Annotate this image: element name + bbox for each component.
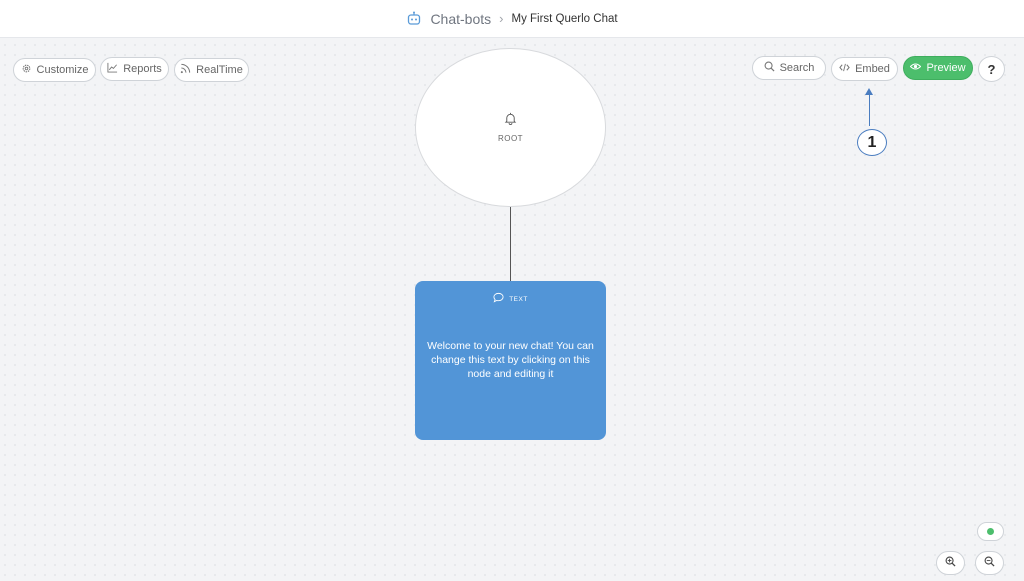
- eye-icon: [910, 61, 922, 75]
- text-node-type-label: TEXT: [509, 295, 528, 303]
- breadcrumb: Chat-bots › My First Querlo Chat: [0, 0, 1024, 38]
- zoom-out-icon: [984, 554, 995, 572]
- help-button[interactable]: ?: [978, 56, 1005, 82]
- embed-label: Embed: [855, 63, 890, 75]
- preview-button[interactable]: Preview: [903, 56, 973, 80]
- reports-button[interactable]: Reports: [100, 57, 169, 81]
- status-indicator: [977, 522, 1004, 541]
- bell-icon: [504, 112, 517, 130]
- root-node-label: ROOT: [497, 134, 524, 143]
- search-icon: [764, 61, 775, 75]
- breadcrumb-separator: ›: [499, 11, 504, 26]
- text-node-header: TEXT: [415, 290, 606, 308]
- realtime-button[interactable]: RealTime: [174, 58, 249, 82]
- reports-label: Reports: [123, 63, 162, 75]
- rss-icon: [180, 63, 191, 77]
- embed-button[interactable]: Embed: [831, 57, 898, 81]
- search-button[interactable]: Search: [752, 56, 826, 80]
- node-connector-line: [510, 207, 511, 282]
- customize-label: Customize: [36, 64, 89, 76]
- text-node[interactable]: TEXT Welcome to your new chat! You can c…: [415, 281, 606, 440]
- speech-bubble-icon: [493, 290, 504, 308]
- annotation-badge: 1: [857, 129, 887, 156]
- annotation-arrow-line: [869, 92, 870, 126]
- breadcrumb-chat-bots-link[interactable]: Chat-bots: [430, 11, 491, 27]
- gear-icon: [21, 63, 32, 77]
- customize-button[interactable]: Customize: [13, 58, 96, 82]
- search-label: Search: [779, 62, 815, 74]
- robot-icon: [406, 11, 422, 27]
- zoom-out-button[interactable]: [975, 551, 1004, 575]
- preview-label: Preview: [926, 62, 966, 74]
- code-icon: [839, 62, 850, 76]
- root-node[interactable]: ROOT: [415, 48, 606, 207]
- breadcrumb-current-chat: My First Querlo Chat: [511, 12, 618, 25]
- chart-icon: [107, 62, 118, 76]
- realtime-label: RealTime: [196, 64, 243, 76]
- zoom-in-button[interactable]: [936, 551, 965, 575]
- status-dot: [987, 528, 994, 535]
- zoom-in-icon: [945, 554, 956, 572]
- text-node-body: Welcome to your new chat! You can change…: [427, 340, 594, 380]
